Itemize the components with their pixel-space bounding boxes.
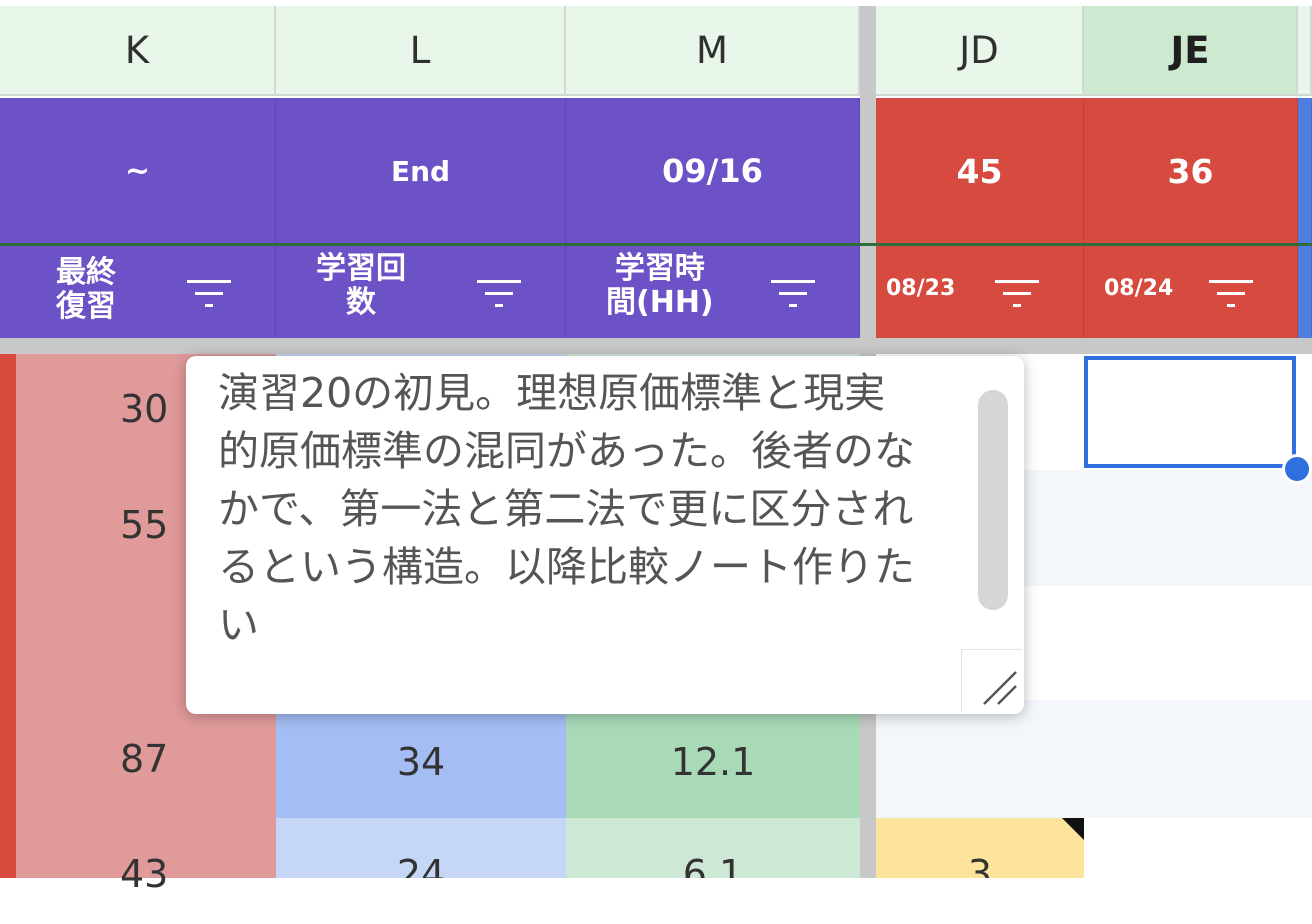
- row-color-marker: [0, 354, 16, 878]
- header-value: End: [390, 154, 451, 188]
- cell-l-row5[interactable]: 24: [276, 818, 566, 878]
- cell-value: 6.1: [682, 852, 744, 878]
- column-header-l[interactable]: L: [276, 6, 566, 96]
- column-letter: L: [409, 28, 431, 72]
- cell-l-row4[interactable]: 34: [276, 706, 566, 818]
- cell-jd-row5[interactable]: 3: [876, 818, 1084, 878]
- resize-handle-icon[interactable]: [961, 649, 1022, 712]
- header-cell-study-count[interactable]: 学習回 数: [276, 246, 566, 338]
- cell-m-row4[interactable]: 12.1: [566, 706, 860, 818]
- header-cell-last-review[interactable]: 最終 復習: [0, 246, 276, 338]
- filter-icon[interactable]: [994, 276, 1040, 310]
- column-header-je[interactable]: JE: [1084, 6, 1298, 96]
- header-cell-l1[interactable]: End: [276, 98, 566, 244]
- header-cell-study-hours[interactable]: 学習時 間(HH): [566, 246, 860, 338]
- header-cell-m1[interactable]: 09/16: [566, 98, 860, 244]
- column-letter: M: [696, 28, 728, 72]
- cell-k-row4[interactable]: 87: [16, 706, 276, 812]
- header-label: 学習回 数: [316, 251, 406, 320]
- cell-value: 30: [120, 387, 169, 431]
- filter-icon[interactable]: [186, 276, 232, 310]
- header-value: 36: [1167, 151, 1214, 191]
- cell-value: 34: [396, 740, 446, 784]
- header-cell-jd1[interactable]: 45: [876, 98, 1084, 244]
- header-value: 45: [956, 151, 1003, 191]
- header-cell-next1[interactable]: [1298, 98, 1312, 244]
- filter-icon[interactable]: [770, 276, 816, 310]
- header-value: 09/16: [662, 152, 763, 190]
- column-header-k[interactable]: K: [0, 6, 276, 96]
- cell-value: 43: [120, 852, 169, 896]
- filter-icon[interactable]: [1208, 276, 1254, 310]
- cell-value: 12.1: [670, 740, 756, 784]
- purple-underline: [0, 336, 860, 338]
- header-cell-date-jd[interactable]: 08/23: [876, 246, 1084, 338]
- scrollbar-thumb[interactable]: [978, 390, 1008, 610]
- column-letter: K: [124, 28, 150, 72]
- column-letter: JD: [959, 28, 999, 72]
- cell-m-row5[interactable]: 6.1: [566, 818, 860, 878]
- comment-indicator-icon: [1062, 818, 1084, 840]
- header-cell-date-je[interactable]: 08/24: [1084, 246, 1298, 338]
- cell-k-row5[interactable]: 43: [16, 818, 276, 924]
- header-cell-next2[interactable]: [1298, 246, 1312, 338]
- cell-note-popup[interactable]: 演習20の初見。理想原価標準と現実的原価標準の混同があった。後者のなかで、第一法…: [186, 356, 1024, 714]
- column-header-next[interactable]: [1298, 6, 1312, 96]
- cell-value: 3: [967, 852, 993, 878]
- band-row4: [876, 700, 1312, 818]
- column-letter: JE: [1170, 28, 1210, 72]
- column-header-jd[interactable]: JD: [876, 6, 1084, 96]
- header-cell-je1[interactable]: 36: [1084, 98, 1298, 244]
- frozen-row-divider[interactable]: [0, 338, 1312, 354]
- note-text[interactable]: 演習20の初見。理想原価標準と現実的原価標準の混同があった。後者のなかで、第一法…: [218, 364, 918, 654]
- header-label: 学習時 間(HH): [606, 251, 714, 320]
- cell-value: 55: [120, 503, 169, 547]
- column-header-m[interactable]: M: [566, 6, 860, 96]
- cell-value: 24: [396, 852, 446, 878]
- filter-icon[interactable]: [476, 276, 522, 310]
- cell-value: 87: [120, 737, 169, 781]
- header-value: ~: [124, 153, 151, 189]
- header-label: 最終 復習: [56, 255, 116, 324]
- header-date: 08/24: [1104, 276, 1174, 301]
- fill-handle[interactable]: [1282, 454, 1312, 484]
- header-date: 08/23: [886, 276, 956, 301]
- selected-cell-je[interactable]: [1084, 356, 1296, 468]
- header-cell-k1[interactable]: ~: [0, 98, 276, 244]
